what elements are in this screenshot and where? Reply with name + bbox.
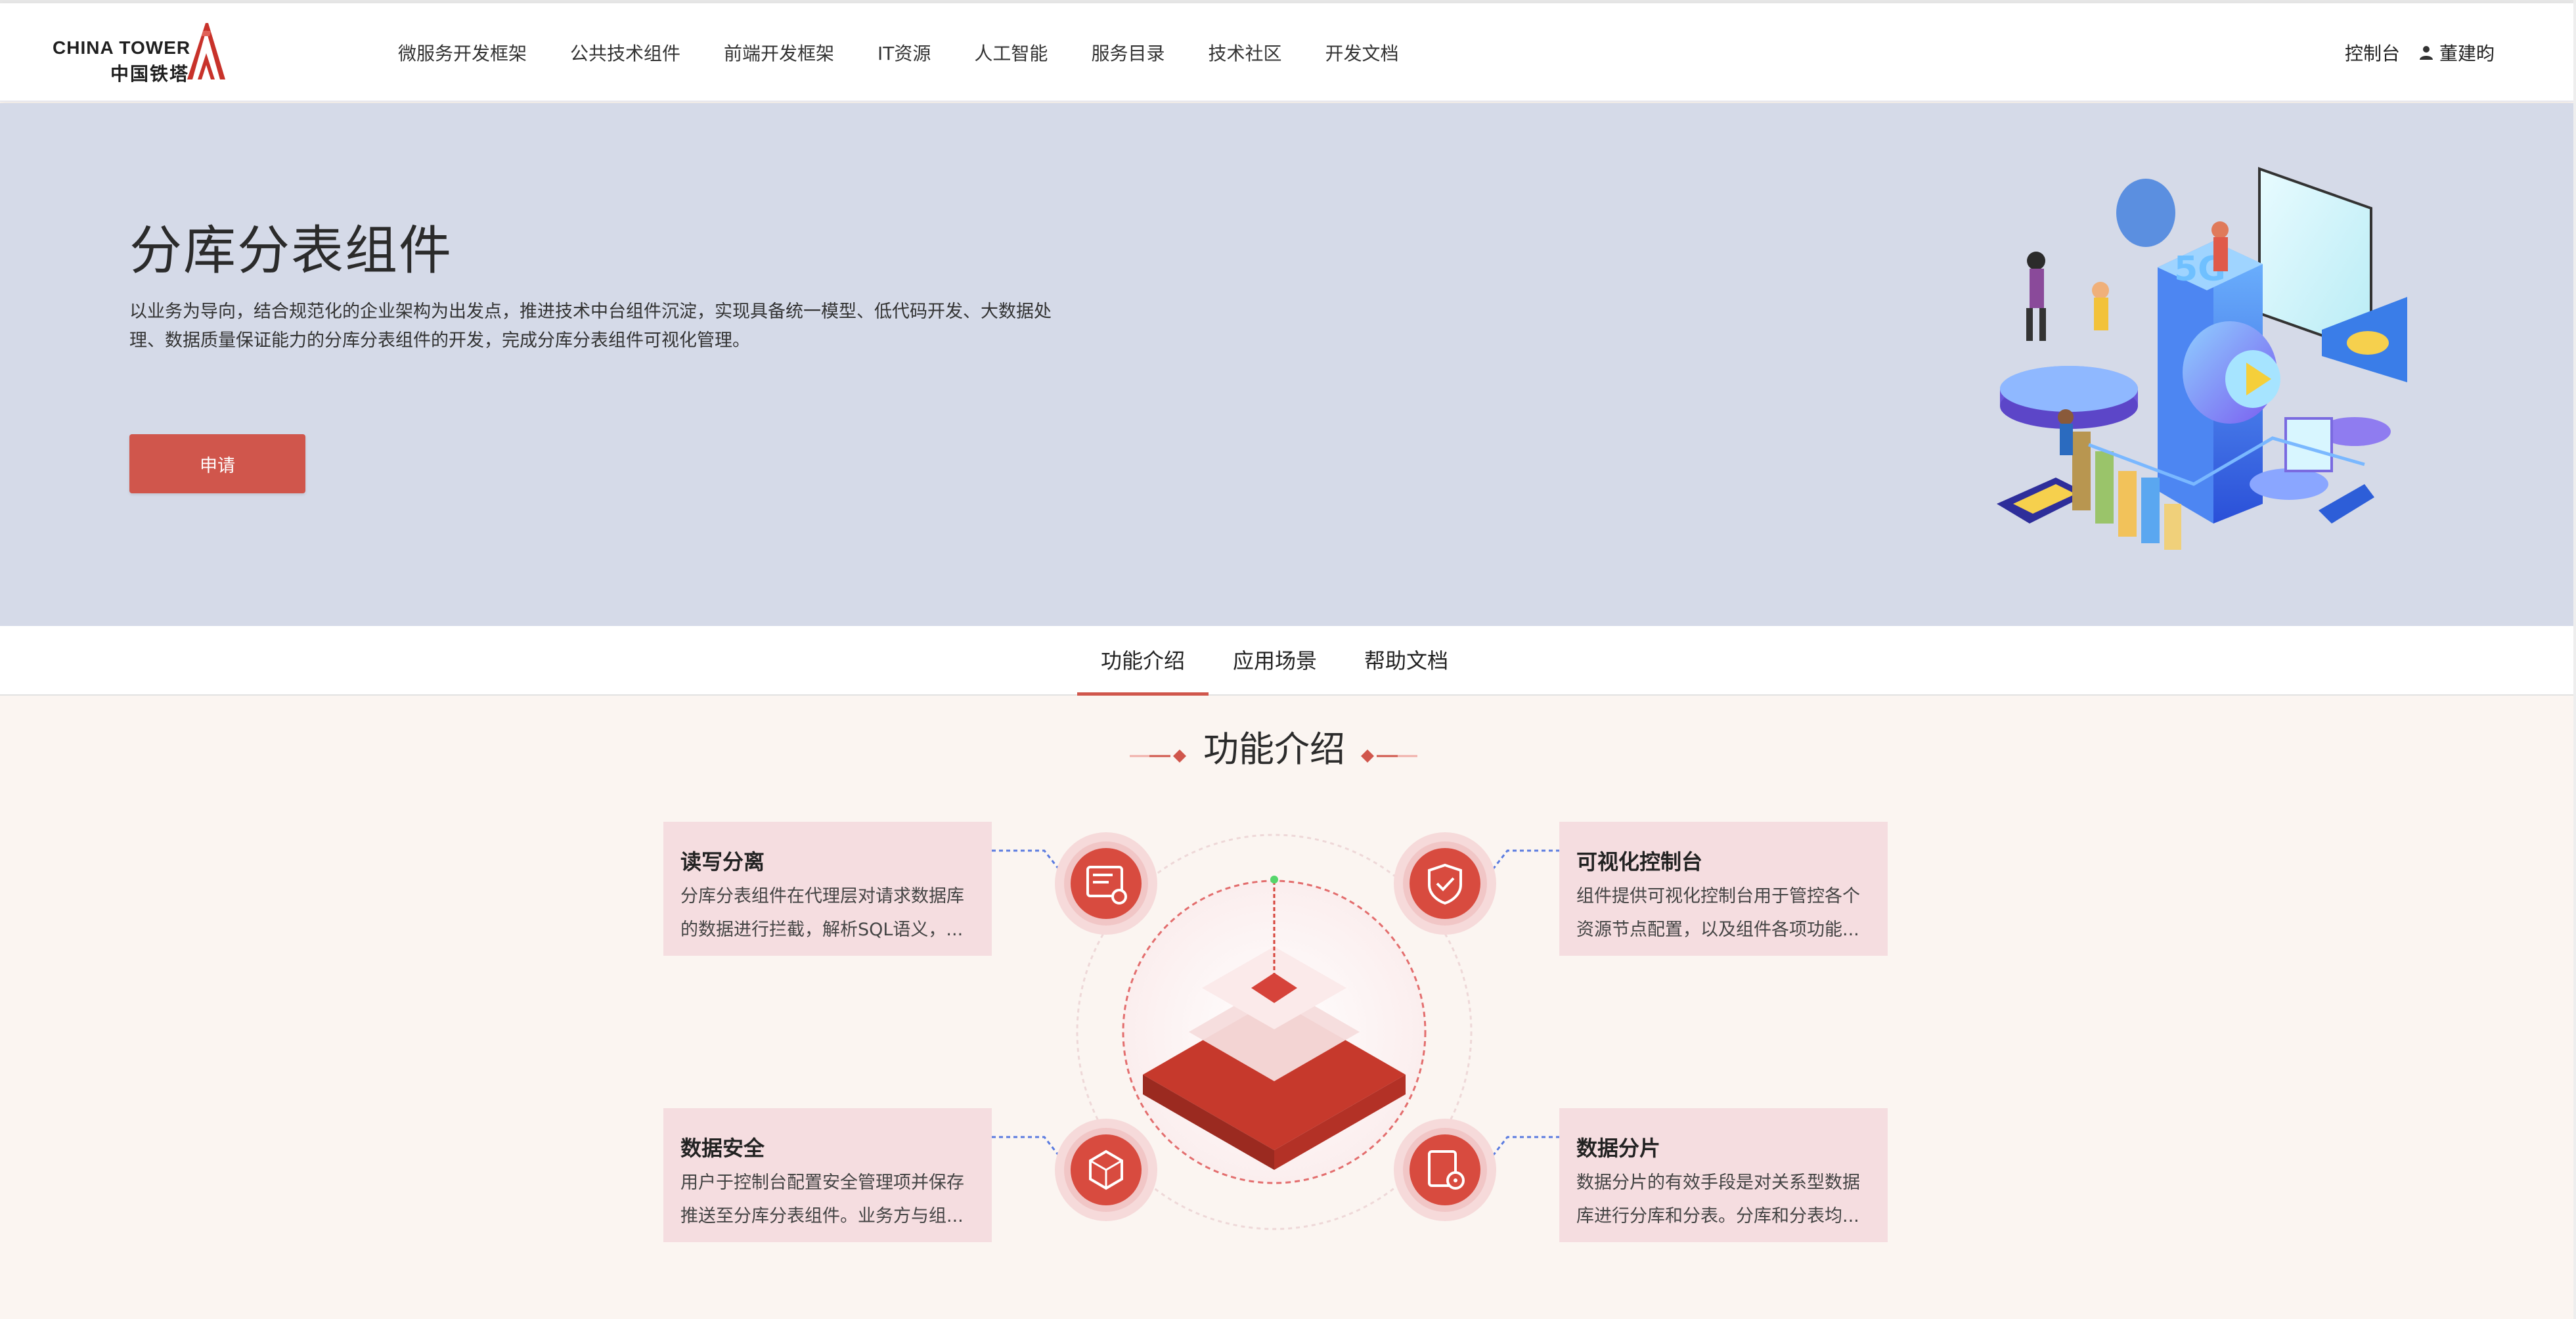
shield-check-icon[interactable] [1392,831,1498,936]
feature-card-desc-line-2: 资源节点配置，以及组件各项功能... [1576,920,1859,940]
hero-banner: 分库分表组件 以业务为导向，结合规范化的企业架构为出发点，推进技术中台组件沉淀，… [0,103,2573,626]
connector-console [1490,849,1560,872]
document-gear-icon[interactable] [1392,1117,1498,1222]
tower-logo-icon [187,23,225,79]
user-menu[interactable]: 董建昀 [2418,39,2495,66]
document-user-icon[interactable] [1054,831,1159,936]
nav-item-microservice[interactable]: 微服务开发框架 [398,39,527,66]
apply-button[interactable]: 申请 [129,434,305,493]
console-link[interactable]: 控制台 [2345,39,2400,66]
china-tower-logo[interactable]: CHINA TOWER 中国铁塔 [53,22,230,85]
hero-illustration: 5G [1997,167,2407,550]
feature-card-desc: 分库分表组件在代理层对请求数据库 的数据进行拦截，解析SQL语义，... [680,880,975,947]
feature-card-read-write-split[interactable]: 读写分离 分库分表组件在代理层对请求数据库 的数据进行拦截，解析SQL语义，..… [663,822,992,956]
feature-card-title: 数据分片 [1576,1136,1661,1161]
feature-card-desc-line-1: 用户于控制台配置安全管理项并保存 [680,1173,964,1193]
feature-card-desc-line-1: 分库分表组件在代理层对请求数据库 [680,886,964,906]
nav-item-tech-community[interactable]: 技术社区 [1208,39,1281,66]
feature-card-desc-line-1: 组件提供可视化控制台用于管控各个 [1576,886,1860,906]
title-decoration-right [1361,749,1417,763]
page-title: 分库分表组件 [129,220,453,281]
feature-card-desc-line-1: 数据分片的有效手段是对关系型数据 [1576,1173,1860,1193]
tab-help-docs[interactable]: 帮助文档 [1357,626,1455,696]
nav-item-it-resources[interactable]: IT资源 [877,39,931,66]
tab-bar: 功能介绍 应用场景 帮助文档 [0,626,2573,696]
nav-item-frontend-framework[interactable]: 前端开发框架 [724,39,834,66]
feature-card-title: 读写分离 [680,849,765,874]
feature-card-desc: 数据分片的有效手段是对关系型数据 库进行分库和分表。分库和分表均... [1576,1166,1871,1233]
feature-card-desc: 组件提供可视化控制台用于管控各个 资源节点配置，以及组件各项功能... [1576,880,1871,947]
tab-features[interactable]: 功能介绍 [1077,626,1209,696]
feature-card-data-security[interactable]: 数据安全 用户于控制台配置安全管理项并保存 推送至分库分表组件。业务方与组... [663,1108,992,1242]
section-title: 功能介绍 [1130,723,1419,776]
connector-sharding [1490,1136,1560,1159]
user-name: 董建昀 [2439,43,2495,64]
feature-card-title: 可视化控制台 [1576,849,1703,874]
feature-card-desc: 用户于控制台配置安全管理项并保存 推送至分库分表组件。业务方与组... [680,1166,975,1233]
nav-item-dev-docs[interactable]: 开发文档 [1325,39,1398,66]
nav-item-common-components[interactable]: 公共技术组件 [570,39,680,66]
feature-card-desc-line-2: 的数据进行拦截，解析SQL语义，... [680,920,964,940]
feature-card-data-sharding[interactable]: 数据分片 数据分片的有效手段是对关系型数据 库进行分库和分表。分库和分表均... [1559,1108,1888,1242]
logo-text-en: CHINA TOWER [53,37,191,58]
feature-card-desc-line-2: 库进行分库和分表。分库和分表均... [1576,1206,1859,1226]
feature-card-title: 数据安全 [680,1136,765,1161]
features-section: 功能介绍 读写分离 分库分表组件在代理层对请求数据库 的数据进行拦截，解析SQL… [0,697,2573,1319]
header-right: 控制台 董建昀 [2345,3,2495,102]
feature-card-desc-line-2: 推送至分库分表组件。业务方与组... [680,1206,964,1226]
hero-description-line-1: 以业务为导向，结合规范化的企业架构为出发点，推进技术中台组件沉淀，实现具备统一模… [129,302,1052,322]
top-header: CHINA TOWER 中国铁塔 微服务开发框架 公共技术组件 前端开发框架 I… [0,3,2573,102]
logo-text-cn: 中国铁塔 [110,63,190,85]
user-icon [2419,46,2433,60]
feature-card-visual-console[interactable]: 可视化控制台 组件提供可视化控制台用于管控各个 资源节点配置，以及组件各项功能.… [1559,822,1888,956]
cube-network-icon[interactable] [1054,1117,1159,1222]
hero-description: 以业务为导向，结合规范化的企业架构为出发点，推进技术中台组件沉淀，实现具备统一模… [129,298,1101,355]
tab-scenarios[interactable]: 应用场景 [1226,626,1324,696]
main-nav: 微服务开发框架 公共技术组件 前端开发框架 IT资源 人工智能 服务目录 技术社… [398,3,1398,102]
hero-description-line-2: 理、数据质量保证能力的分库分表组件的开发，完成分库分表组件可视化管理。 [129,330,750,351]
nav-item-ai[interactable]: 人工智能 [974,39,1048,66]
nav-item-service-catalog[interactable]: 服务目录 [1091,39,1165,66]
page-scrollbar-track[interactable] [2573,0,2576,1319]
